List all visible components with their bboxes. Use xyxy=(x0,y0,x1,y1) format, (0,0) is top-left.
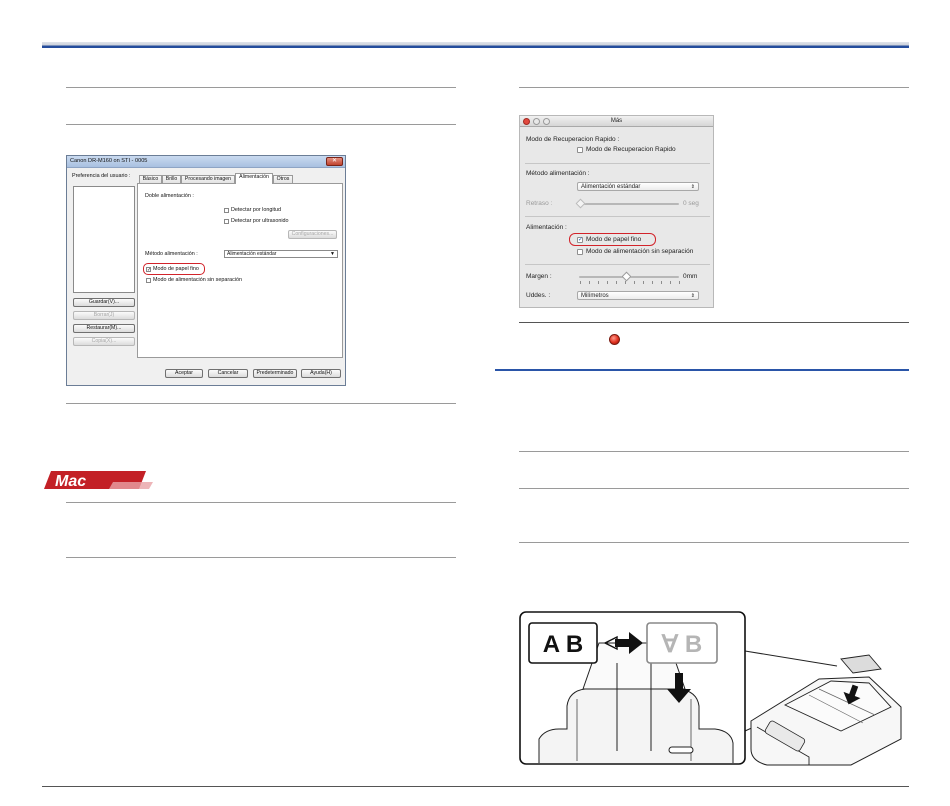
divider xyxy=(66,557,456,558)
no-separation-label: Modo de alimentación sin separación xyxy=(586,248,694,255)
restore-button[interactable]: Restaurar(M)... xyxy=(73,324,135,333)
delay-value: 0 seg xyxy=(683,200,699,207)
detect-length-checkbox[interactable]: Detectar por longitud xyxy=(224,207,281,213)
badge-stripe xyxy=(109,482,153,489)
delay-slider-knob[interactable] xyxy=(575,198,586,209)
close-icon[interactable]: ✕ xyxy=(326,157,343,166)
dialog-title: Más xyxy=(610,118,623,124)
chevron-down-icon: ▼ xyxy=(330,251,335,257)
separator xyxy=(525,264,710,265)
detect-ultrasonic-label: Detectar por ultrasonido xyxy=(231,218,289,224)
footer-rule xyxy=(42,786,909,787)
divider xyxy=(519,542,909,543)
windows-settings-dialog: Canon DR-M160 on STI - 0005 ✕ Preferenci… xyxy=(66,155,346,386)
divider xyxy=(519,322,909,323)
dialog-titlebar: Canon DR-M160 on STI - 0005 ✕ xyxy=(67,156,345,168)
flipped-orientation-label: ∀ B xyxy=(661,631,702,658)
default-button[interactable]: Predeterminado xyxy=(253,369,297,378)
margin-value: 0mm xyxy=(683,273,698,280)
tab-others[interactable]: Otros xyxy=(273,175,293,183)
divider xyxy=(519,87,909,88)
rapid-recovery-checkbox[interactable]: Modo de Recuperacion Rapido xyxy=(577,146,676,153)
checkbox-box[interactable] xyxy=(577,248,583,255)
checkbox-box[interactable] xyxy=(146,277,151,283)
feed-method-value: Alimentación estándar xyxy=(581,184,641,190)
settings-button[interactable]: Configuraciones... xyxy=(288,230,337,239)
feed-method-label: Método alimentación : xyxy=(526,170,590,177)
divider xyxy=(519,451,909,452)
mac-badge: Mac xyxy=(44,471,153,490)
double-feed-label: Doble alimentación : xyxy=(145,193,194,199)
margin-label: Margen : xyxy=(526,273,552,280)
units-value: Milímetros xyxy=(581,293,609,299)
ok-button[interactable]: Aceptar xyxy=(165,369,203,378)
highlight-thin-paper xyxy=(569,233,656,246)
header-rule xyxy=(42,46,909,48)
divider xyxy=(66,502,456,503)
user-preference-list[interactable] xyxy=(73,186,135,293)
margin-slider-ticks xyxy=(580,281,680,284)
separator xyxy=(525,163,710,164)
updown-chevron-icon: ⇕ xyxy=(690,293,695,299)
divider xyxy=(66,124,456,125)
checkbox-box[interactable] xyxy=(224,207,229,213)
separator xyxy=(525,216,710,217)
divider xyxy=(66,403,456,404)
divider xyxy=(66,87,456,88)
feed-method-label: Método alimentación : xyxy=(145,251,198,257)
divider xyxy=(519,488,909,489)
minimize-light-icon[interactable] xyxy=(533,118,540,125)
callout-line xyxy=(744,650,838,667)
dialog-titlebar: Más xyxy=(520,116,713,127)
tab-feeding[interactable]: Alimentación xyxy=(235,173,273,184)
units-label: Uddes. : xyxy=(526,292,551,299)
margin-slider-knob[interactable] xyxy=(621,271,632,282)
section-rule xyxy=(495,369,909,371)
checkbox-box[interactable] xyxy=(577,146,583,153)
scanner-slot xyxy=(668,746,694,754)
paper-sheet xyxy=(840,654,882,674)
copy-button[interactable]: Copia(X)... xyxy=(73,337,135,346)
no-separation-label: Modo de alimentación sin separación xyxy=(153,277,242,283)
feed-method-value: Alimentación estándar xyxy=(227,251,277,257)
cancel-button[interactable]: Cancelar xyxy=(208,369,248,378)
mac-more-dialog: Más Modo de Recuperacion Rapido : Modo d… xyxy=(519,115,714,308)
save-button[interactable]: Guardar(V)... xyxy=(73,298,135,307)
detect-ultrasonic-checkbox[interactable]: Detectar por ultrasonido xyxy=(224,218,289,224)
delay-label: Retraso : xyxy=(526,200,553,207)
dialog-title: Canon DR-M160 on STI - 0005 xyxy=(70,158,148,164)
delete-button[interactable]: Borrar(J) xyxy=(73,311,135,320)
help-button[interactable]: Ayuda(H) xyxy=(301,369,341,378)
tab-basic[interactable]: Básico xyxy=(139,175,162,183)
rapid-recovery-label: Modo de Recuperacion Rapido : xyxy=(526,136,620,143)
close-light-icon[interactable] xyxy=(523,118,530,125)
red-close-button-icon xyxy=(609,334,620,345)
detect-length-label: Detectar por longitud xyxy=(231,207,282,213)
badge-text: Mac xyxy=(55,473,86,490)
user-preference-label: Preferencia del usuario : xyxy=(72,173,131,179)
scanner-feed-illustration: A B ∀ B xyxy=(519,611,902,766)
feed-method-select[interactable]: Alimentación estándar ▼ xyxy=(224,250,338,258)
checkbox-box[interactable] xyxy=(224,218,229,224)
original-orientation-label: A B xyxy=(543,631,583,658)
highlight-thin-paper xyxy=(143,263,205,275)
no-separation-checkbox[interactable]: Modo de alimentación sin separación xyxy=(577,248,693,255)
units-select[interactable]: Milímetros ⇕ xyxy=(577,291,699,300)
zoom-light-icon[interactable] xyxy=(543,118,550,125)
delay-slider[interactable] xyxy=(579,203,679,205)
feeding-label: Alimentación : xyxy=(526,224,567,231)
tab-image-processing[interactable]: Procesando imagen xyxy=(181,175,235,183)
dialog-body: Preferencia del usuario : Guardar(V)... … xyxy=(67,168,345,385)
tab-brightness[interactable]: Brillo xyxy=(162,175,181,183)
updown-chevron-icon: ⇕ xyxy=(690,184,695,190)
no-separation-checkbox[interactable]: Modo de alimentación sin separación xyxy=(146,277,242,283)
feed-method-select[interactable]: Alimentación estándar ⇕ xyxy=(577,182,699,191)
rapid-recovery-option: Modo de Recuperacion Rapido xyxy=(586,146,676,153)
